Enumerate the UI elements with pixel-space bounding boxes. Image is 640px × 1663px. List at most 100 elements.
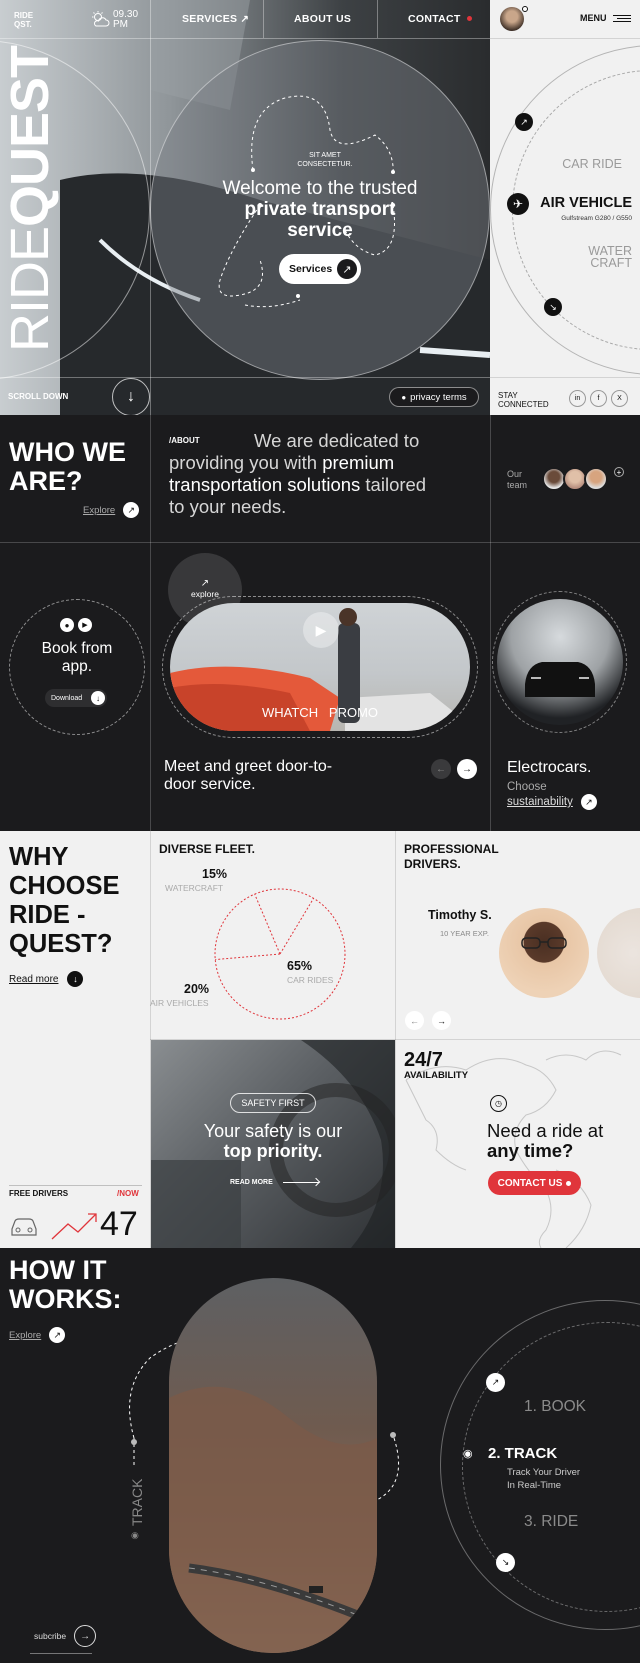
- about-text-line1: We are dedicated to: [254, 430, 420, 451]
- hero-kicker-line2: CONSECTETUR.: [297, 161, 353, 168]
- prev-arrow-icon[interactable]: ←: [405, 1011, 424, 1030]
- step-track[interactable]: 2. TRACK: [488, 1445, 557, 1462]
- long-arrow-right-icon: [282, 1177, 321, 1187]
- stopwatch-icon: ◷: [490, 1095, 507, 1112]
- arrow-up-right-icon: ↗: [580, 794, 597, 810]
- nav-about[interactable]: ABOUT US: [294, 13, 351, 25]
- arrow-up-right-icon[interactable]: ↗: [515, 113, 533, 131]
- how-landscape-image: [169, 1278, 377, 1653]
- x-icon[interactable]: X: [611, 390, 628, 407]
- arrow-down-right-icon[interactable]: ↘: [496, 1553, 515, 1572]
- drivers-title: PROFESSIONAL DRIVERS.: [404, 842, 499, 872]
- need-ride-line1: Need a ride at: [487, 1120, 604, 1141]
- driver-photo: [499, 908, 589, 998]
- why-read-more-label: Read more: [9, 973, 59, 985]
- contact-dot-icon: [566, 1180, 572, 1186]
- avatar[interactable]: [500, 7, 524, 31]
- about-explore-link[interactable]: Explore ↗: [83, 502, 140, 518]
- facebook-icon[interactable]: f: [590, 390, 607, 407]
- scroll-down-label: SCROLL DOWN: [8, 392, 69, 401]
- arrow-up-right-icon: ↗: [49, 1327, 66, 1343]
- scroll-down-button[interactable]: ↓: [112, 378, 150, 415]
- book-app-line1: Book from: [41, 640, 113, 657]
- how-heading-line1: HOW IT: [9, 1255, 107, 1285]
- hero-title: Welcome to the trusted private transport…: [175, 178, 465, 241]
- need-ride-line2: any time?: [487, 1140, 574, 1161]
- about-heading-line2: ARE?: [9, 466, 83, 496]
- why-read-more[interactable]: Read more ↓: [9, 971, 84, 987]
- nav-contact[interactable]: CONTACT: [408, 13, 472, 25]
- about-text-line2-b: premium: [322, 452, 395, 473]
- services-cta-label: Services: [289, 263, 333, 275]
- air-vehicle-models: Gulfstream G280 / G550: [561, 215, 632, 222]
- vehicle-water-craft[interactable]: WATER CRAFT: [588, 245, 632, 270]
- how-explore-link[interactable]: Explore ↗: [9, 1327, 66, 1343]
- driver-glasses: [521, 937, 567, 949]
- pie-category-label: CAR RIDES: [287, 975, 334, 985]
- services-section: ● ▶ Book from app. Download ↓ ↗ explore …: [0, 543, 640, 831]
- step-book[interactable]: 1. BOOK: [524, 1398, 586, 1416]
- logo[interactable]: RIDE QST.: [14, 11, 33, 29]
- arrow-up-right-icon[interactable]: ↗: [486, 1373, 505, 1392]
- arrow-right-icon: →: [74, 1625, 97, 1647]
- menu-button[interactable]: MENU: [580, 13, 631, 23]
- how-heading: HOW IT WORKS:: [9, 1256, 121, 1314]
- hero-kicker-line1: SIT AMET: [309, 152, 341, 159]
- location-pin-icon: ◉: [131, 1530, 139, 1540]
- arrow-up-right-icon: ↗: [123, 502, 140, 518]
- arrow-up-right-icon: ↗: [240, 14, 250, 25]
- vehicle-air-vehicle[interactable]: AIR VEHICLE: [540, 195, 632, 211]
- about-heading-line1: WHO WE: [9, 437, 126, 467]
- why-heading-line4: QUEST?: [9, 930, 113, 958]
- subscribe-link[interactable]: subcribe →: [34, 1625, 97, 1647]
- google-play-icon[interactable]: ▶: [78, 618, 92, 632]
- why-heading-line3: RIDE -: [9, 901, 86, 929]
- sustainability-label: sustainability: [507, 796, 573, 808]
- meet-greet-line1: Meet and greet door-to-: [164, 758, 333, 775]
- download-icon: ↓: [91, 691, 105, 705]
- nav-services[interactable]: SERVICES ↗: [182, 13, 249, 25]
- how-heading-line2: WORKS:: [9, 1284, 122, 1314]
- arrow-down-right-icon[interactable]: ↘: [544, 298, 562, 316]
- about-text-line3: transportation solutions tailored: [169, 474, 489, 496]
- safety-line1: Your safety is our: [203, 1121, 343, 1141]
- play-icon[interactable]: ▶: [303, 612, 339, 648]
- sustainability-link[interactable]: sustainability ↗: [507, 794, 597, 810]
- prev-arrow-icon[interactable]: ←: [431, 759, 451, 779]
- contact-us-button[interactable]: CONTACT US: [488, 1171, 581, 1195]
- add-team-icon[interactable]: +: [614, 467, 624, 477]
- services-cta-button[interactable]: Services ↗: [279, 254, 361, 284]
- stay-line2: CONNECTED: [498, 400, 549, 409]
- safety-read-more[interactable]: READ MORE: [230, 1177, 321, 1187]
- vehicle-menu-panel: MENU ↗ ↘ CAR RIDE ✈ AIR VEHICLE Gulfstre…: [490, 0, 640, 415]
- arrow-down-icon: ↓: [127, 388, 135, 405]
- availability-label: AVAILABILITY: [404, 1070, 469, 1081]
- pie-slice-divider: [279, 898, 314, 955]
- choose-label: Choose: [507, 781, 547, 793]
- privacy-terms-button[interactable]: ● privacy terms: [389, 387, 479, 407]
- next-arrow-icon[interactable]: →: [432, 1011, 451, 1030]
- next-arrow-icon[interactable]: →: [457, 759, 477, 779]
- nav-contact-label: CONTACT: [408, 13, 461, 25]
- clock-meridiem: PM: [113, 19, 128, 30]
- arrow-down-icon: ↓: [67, 971, 84, 987]
- apple-icon[interactable]: ●: [60, 618, 74, 632]
- about-heading: WHO WE ARE?: [9, 438, 126, 496]
- meet-greet-line2: door service.: [164, 776, 256, 793]
- meet-greet-text: Meet and greet door-to- door service.: [164, 758, 332, 794]
- about-text-line2-a: providing you with: [169, 452, 323, 473]
- linkedin-icon[interactable]: in: [569, 390, 586, 407]
- download-button[interactable]: Download ↓: [45, 689, 107, 707]
- electrocars-title: Electrocars.: [507, 759, 592, 776]
- book-app-line2: app.: [61, 658, 93, 675]
- contact-us-label: CONTACT US: [497, 1177, 563, 1189]
- our-team-label: Our team: [507, 469, 527, 491]
- stay-connected: STAY CONNECTED: [498, 391, 549, 409]
- about-text-line3-b: tailored: [360, 474, 427, 495]
- driver-name: Timothy S.: [428, 908, 492, 922]
- team-avatar-3[interactable]: [584, 467, 608, 491]
- subscribe-label: subcribe: [34, 1631, 67, 1641]
- vehicle-car-ride[interactable]: CAR RIDE: [562, 157, 622, 171]
- step-ride[interactable]: 3. RIDE: [524, 1513, 578, 1531]
- pie-value-label: 65%: [287, 959, 312, 973]
